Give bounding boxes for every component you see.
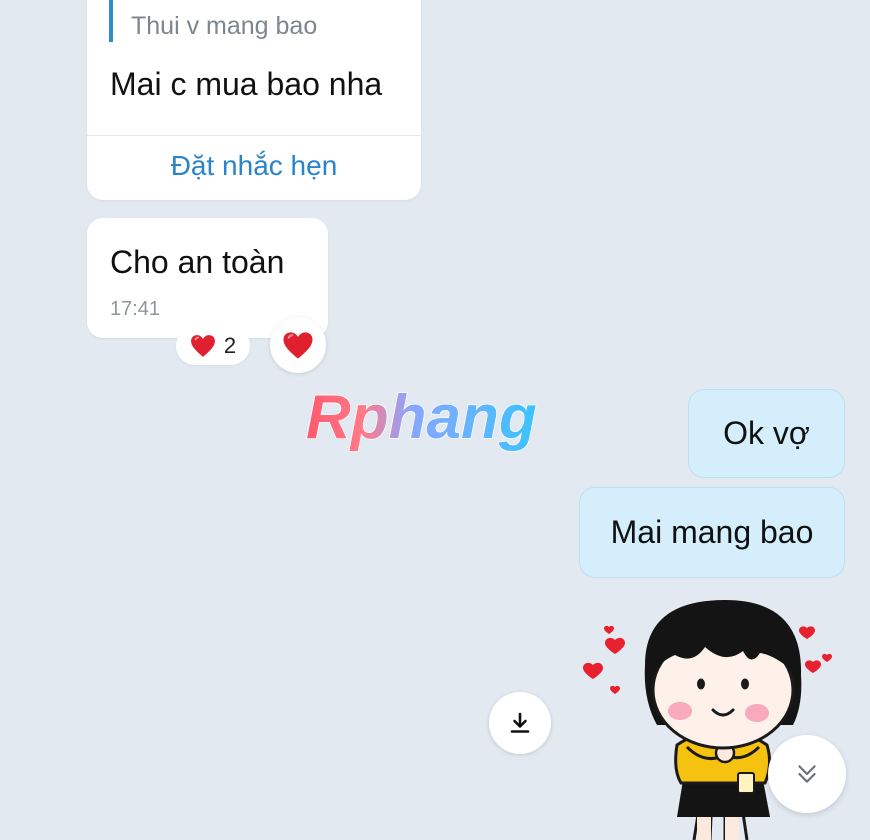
message-timestamp: 17:41	[110, 298, 161, 320]
quoted-message-text: Thui v mang bao	[131, 12, 318, 40]
react-heart-button[interactable]	[270, 317, 326, 373]
chat-screen: Thui v mang bao Mai c mua bao nha Đặt nh…	[0, 0, 870, 840]
watermark-logo: Rphang	[305, 382, 537, 453]
download-button[interactable]	[489, 692, 551, 754]
card-divider	[87, 135, 421, 136]
chevron-double-down-icon	[798, 765, 816, 783]
reaction-summary[interactable]: 2	[176, 327, 250, 365]
reaction-count: 2	[223, 333, 237, 358]
outgoing-message-text: Mai mang bao	[610, 514, 814, 550]
outgoing-message-text: Ok vợ	[723, 415, 810, 451]
quoted-message[interactable]: Thui v mang bao	[109, 0, 317, 42]
incoming-message-text: Cho an toàn	[110, 244, 285, 280]
outgoing-message-bubble[interactable]: Mai mang bao	[579, 487, 845, 578]
reply-message-text: Mai c mua bao nha	[110, 66, 383, 102]
download-icon	[510, 712, 530, 733]
watermark-text: Rphang	[306, 383, 537, 452]
outgoing-message-bubble[interactable]: Ok vợ	[688, 389, 845, 478]
scroll-to-bottom-button[interactable]	[768, 735, 846, 813]
heart-icon	[283, 331, 313, 359]
set-reminder-button[interactable]: Đặt nhắc hẹn	[87, 150, 421, 182]
heart-icon	[190, 335, 215, 357]
reply-message-card[interactable]: Thui v mang bao Mai c mua bao nha Đặt nh…	[87, 0, 421, 200]
